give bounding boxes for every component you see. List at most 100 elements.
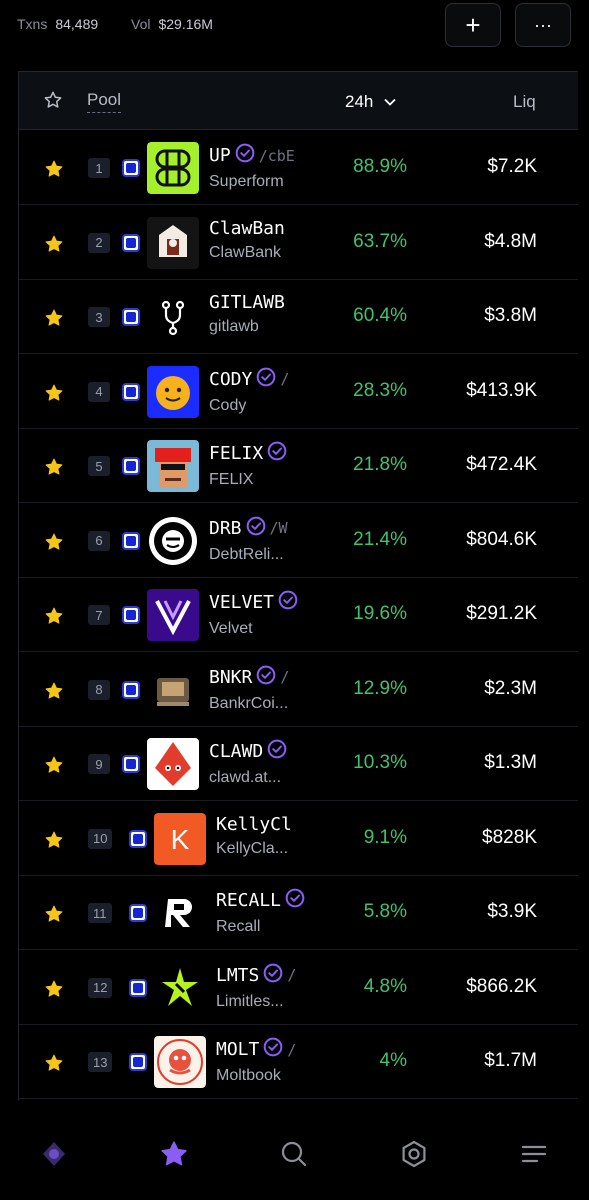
token-symbol: CODY bbox=[209, 368, 253, 390]
token-name: FELIX bbox=[209, 471, 254, 488]
change-column-header[interactable]: 24h bbox=[345, 92, 397, 112]
token-symbol: CLAWD bbox=[209, 741, 264, 762]
liquidity-value: $472.4K bbox=[466, 454, 537, 475]
token-logo bbox=[147, 440, 199, 492]
change-24h: 60.4% bbox=[353, 305, 407, 326]
verified-icon bbox=[267, 441, 287, 466]
table-row[interactable]: 1 UP/cbE Superform 88.9% $7.2K bbox=[19, 131, 578, 205]
txns-stat: Txns 84,489 bbox=[17, 16, 98, 32]
liquidity-value: $804.6K bbox=[466, 528, 537, 550]
token-logo bbox=[147, 291, 199, 343]
token-logo bbox=[154, 887, 206, 939]
token-symbol: KellyCl bbox=[216, 813, 292, 835]
rank-badge: 8 bbox=[88, 679, 110, 700]
star-filled-icon[interactable] bbox=[44, 308, 64, 333]
token-logo: K bbox=[154, 812, 206, 865]
bottom-nav bbox=[0, 1110, 589, 1200]
add-button[interactable]: + bbox=[445, 3, 501, 47]
token-symbol-line: LMTS / bbox=[216, 963, 312, 988]
rank-badge: 6 bbox=[88, 530, 110, 551]
chain-badge-icon bbox=[122, 308, 140, 326]
token-logo bbox=[147, 515, 199, 567]
change-24h: 4.8% bbox=[363, 975, 407, 997]
txns-value: 84,489 bbox=[55, 16, 99, 32]
table-row[interactable]: 4 CODY / Cody 28.3% $413.9K bbox=[19, 355, 578, 429]
star-filled-icon[interactable] bbox=[44, 979, 64, 1004]
table-row[interactable]: 5 FELIX FELIX 21.8% $472.4K bbox=[19, 429, 578, 503]
star-filled-icon[interactable] bbox=[44, 159, 64, 184]
table-row[interactable]: 13 MOLT / Moltbook 4% $1.7M bbox=[19, 1025, 578, 1099]
token-symbol: BNKR bbox=[209, 666, 253, 688]
verified-icon bbox=[267, 739, 287, 764]
star-filled-icon[interactable] bbox=[44, 755, 64, 780]
chain-badge-icon bbox=[122, 531, 140, 550]
star-outline-icon[interactable] bbox=[43, 90, 63, 115]
token-names: CODY / Cody bbox=[209, 367, 312, 415]
token-name: gitlawb bbox=[209, 318, 259, 335]
star-filled-icon[interactable] bbox=[44, 1053, 64, 1078]
star-filled-icon[interactable] bbox=[44, 532, 64, 557]
table-row[interactable]: 7 VELVET Velvet 19.6% $291.2K bbox=[19, 578, 578, 652]
verified-icon bbox=[285, 888, 305, 913]
token-logo bbox=[147, 216, 199, 269]
token-name: Cody bbox=[209, 396, 247, 414]
star-filled-icon[interactable] bbox=[44, 234, 64, 259]
token-names: GITLAWB gitlawb bbox=[209, 292, 312, 336]
token-symbol: VELVET bbox=[209, 592, 275, 613]
star-filled-icon[interactable] bbox=[44, 904, 64, 929]
menu-icon[interactable] bbox=[514, 1134, 554, 1174]
change-column-label: 24h bbox=[345, 92, 374, 111]
table-row[interactable]: 2 ClawBan ClawBank 63.7% $4.8M bbox=[19, 206, 578, 280]
token-logo bbox=[147, 365, 199, 418]
settings-icon[interactable] bbox=[394, 1134, 434, 1174]
watchlist-icon[interactable] bbox=[154, 1134, 194, 1174]
token-symbol: ClawBan bbox=[209, 217, 285, 239]
table-row[interactable]: 9 CLAWD clawd.at... 10.3% $1.3M bbox=[19, 727, 578, 801]
star-filled-icon[interactable] bbox=[44, 383, 64, 408]
token-pair-suffix: / bbox=[280, 370, 290, 388]
token-pair-suffix: / bbox=[280, 668, 290, 686]
vol-value: $29.16M bbox=[158, 16, 213, 32]
table-row[interactable]: 10 K KellyCl KellyCla... 9.1% $828K bbox=[19, 802, 578, 876]
rank-badge: 5 bbox=[88, 456, 110, 476]
token-logo bbox=[154, 1036, 206, 1088]
token-logo bbox=[147, 142, 199, 194]
table-row[interactable]: 11 RECALL Recall 5.8% $3.9K bbox=[19, 876, 578, 950]
table-row[interactable]: 12 LMTS / Limitles... 4.8% $866.2K bbox=[19, 951, 578, 1025]
liquidity-value: $7.2K bbox=[487, 156, 537, 177]
token-pair-suffix: / bbox=[287, 966, 297, 984]
table-row[interactable]: 3 GITLAWB gitlawb 60.4% $3.8M bbox=[19, 280, 578, 354]
more-options-button[interactable]: ··· bbox=[515, 3, 571, 47]
search-icon[interactable] bbox=[274, 1134, 314, 1174]
svg-text:K: K bbox=[171, 824, 190, 855]
star-filled-icon[interactable] bbox=[44, 830, 64, 855]
verified-icon bbox=[278, 590, 298, 615]
liquidity-value: $2.3M bbox=[484, 677, 537, 699]
token-names: FELIX FELIX bbox=[209, 441, 312, 489]
star-filled-icon[interactable] bbox=[44, 457, 64, 482]
token-name: clawd.at... bbox=[209, 769, 282, 786]
star-filled-icon[interactable] bbox=[44, 681, 64, 706]
token-logo bbox=[147, 589, 199, 641]
table-row[interactable]: 8 BNKR / BankrCoi... 12.9% $2.3M bbox=[19, 653, 578, 727]
liquidity-value: $1.3M bbox=[484, 752, 537, 773]
token-name: Superform bbox=[209, 173, 284, 190]
liquidity-value: $3.9K bbox=[487, 901, 537, 922]
change-24h: 4% bbox=[379, 1050, 407, 1071]
token-symbol-line: CODY / bbox=[209, 367, 312, 392]
liquidity-column-header[interactable]: Liq bbox=[513, 92, 536, 112]
change-24h: 28.3% bbox=[353, 379, 407, 401]
rank-badge: 3 bbox=[88, 307, 110, 327]
table-row[interactable]: 6 DRB/W DebtReli... 21.4% $804.6K bbox=[19, 504, 578, 578]
token-name: Moltbook bbox=[216, 1067, 281, 1084]
chain-badge-icon bbox=[129, 978, 147, 997]
verified-icon bbox=[235, 143, 255, 168]
home-icon[interactable] bbox=[34, 1134, 74, 1174]
pool-column-header[interactable]: Pool bbox=[87, 90, 122, 113]
chain-badge-icon bbox=[122, 382, 140, 401]
token-pair-suffix: / bbox=[287, 1040, 297, 1059]
chevron-down-icon bbox=[384, 98, 397, 106]
star-filled-icon[interactable] bbox=[44, 606, 64, 631]
token-symbol: DRB bbox=[209, 517, 242, 539]
token-symbol-line: RECALL bbox=[216, 888, 312, 913]
